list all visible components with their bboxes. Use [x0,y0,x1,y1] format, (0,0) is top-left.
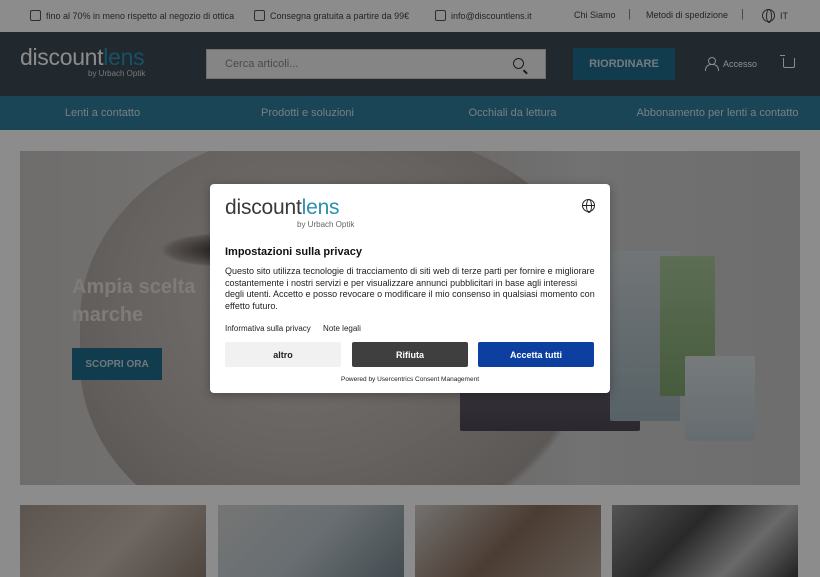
more-button[interactable]: altro [225,342,341,367]
dialog-logo-accent: lens [301,196,340,219]
accept-all-button[interactable]: Accetta tutti [478,342,594,367]
globe-icon[interactable] [582,199,595,213]
dialog-logo-main: discount [225,196,302,219]
dialog-body: Questo sito utilizza tecnologie di tracc… [225,266,595,311]
legal-notes-link[interactable]: Note legali [323,324,361,333]
deny-button[interactable]: Rifiuta [352,342,468,367]
privacy-policy-link[interactable]: Informativa sulla privacy [225,324,311,333]
dialog-links: Informativa sulla privacy Note legali [225,324,371,333]
privacy-consent-dialog: discountlens by Urbach Optik Impostazion… [210,184,610,393]
dialog-logo: discountlens [225,196,340,220]
dialog-logo-subtitle: by Urbach Optik [297,220,355,229]
powered-by-text: Powered by Usercentrics Consent Manageme… [340,376,479,383]
dialog-title: Impostazioni sulla privacy [225,246,362,258]
